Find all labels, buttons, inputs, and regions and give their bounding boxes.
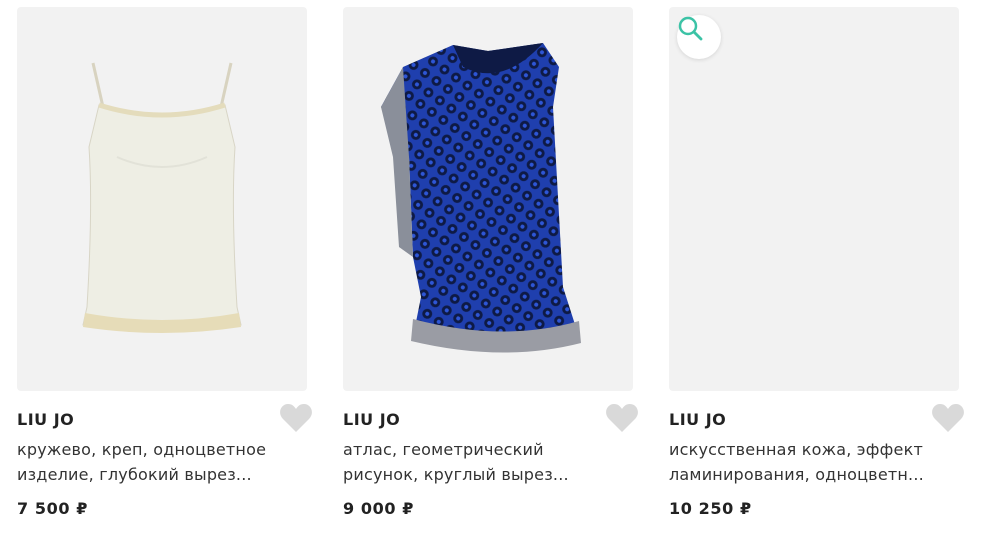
gold-laminated-camisole-image: [745, 62, 885, 338]
product-brand[interactable]: LIU JO: [669, 409, 959, 431]
search-icon: [678, 16, 703, 41]
product-grid: LIU JO кружево, креп, одноцветное издели…: [0, 0, 1000, 540]
heart-icon[interactable]: [931, 403, 965, 433]
product-brand[interactable]: LIU JO: [17, 409, 307, 431]
product-card[interactable]: LIU JO атлас, геометрический рисунок, кр…: [343, 7, 638, 518]
ivory-lace-camisole-image: [82, 62, 242, 333]
zoom-button[interactable]: [677, 15, 721, 59]
product-image[interactable]: [669, 7, 959, 391]
product-price: 9 000 ₽: [343, 499, 415, 518]
product-image[interactable]: [17, 7, 307, 391]
product-price: 7 500 ₽: [17, 499, 89, 518]
product-card[interactable]: LIU JO кружево, креп, одноцветное издели…: [17, 7, 312, 518]
product-card[interactable]: LIU JO искусственная кожа, эффект ламини…: [669, 7, 964, 518]
product-image[interactable]: [343, 7, 633, 391]
description-line: атлас, геометрический: [343, 440, 544, 459]
blue-geometric-satin-top-image: [381, 43, 581, 353]
description-line: рисунок, круглый вырез...: [343, 465, 569, 484]
description-line: ламинирования, одноцветн...: [669, 465, 924, 484]
product-description[interactable]: атлас, геометрический рисунок, круглый в…: [343, 437, 628, 487]
description-line: кружево, креп, одноцветное: [17, 440, 267, 459]
product-description[interactable]: искусственная кожа, эффект ламинирования…: [669, 437, 954, 487]
description-line: изделие, глубокий вырез...: [17, 465, 252, 484]
heart-icon[interactable]: [605, 403, 639, 433]
product-brand[interactable]: LIU JO: [343, 409, 633, 431]
description-line: искусственная кожа, эффект: [669, 440, 923, 459]
product-description[interactable]: кружево, креп, одноцветное изделие, глуб…: [17, 437, 302, 487]
heart-icon[interactable]: [279, 403, 313, 433]
product-price: 10 250 ₽: [669, 499, 752, 518]
